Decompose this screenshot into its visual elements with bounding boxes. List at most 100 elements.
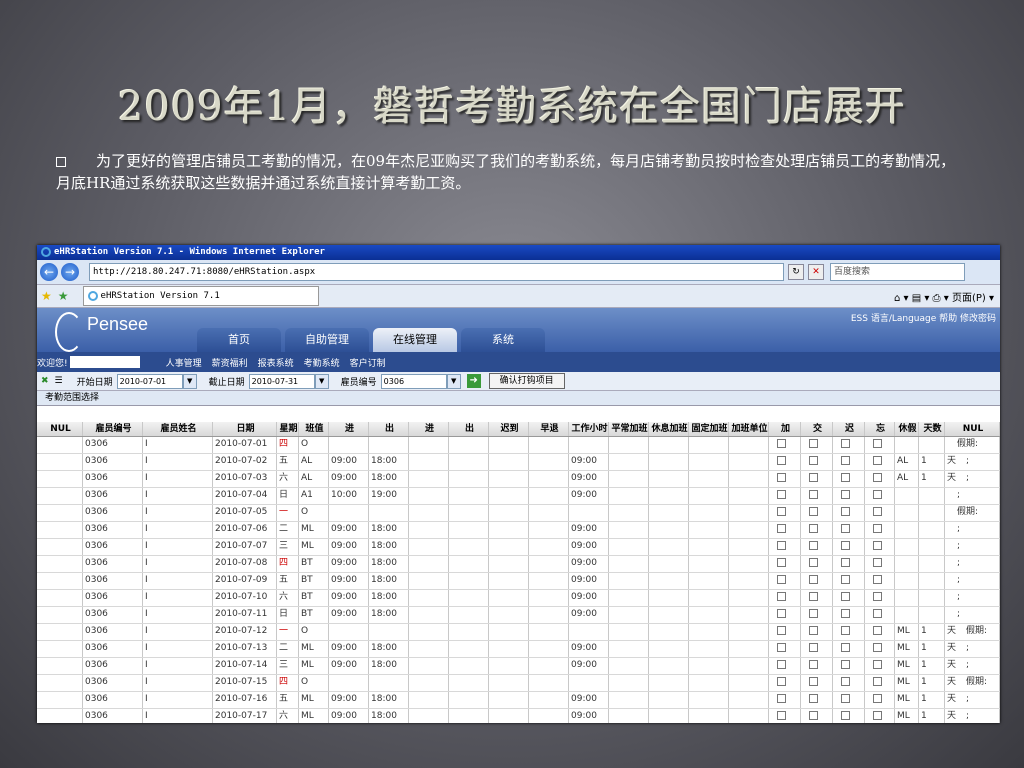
row-checkbox[interactable] [841, 456, 850, 465]
row-checkbox[interactable] [841, 694, 850, 703]
home-icon[interactable]: ⌂ [894, 293, 900, 304]
grid-header-cell[interactable]: 休假 [895, 422, 919, 436]
go-arrow-button[interactable]: ➜ [466, 374, 481, 388]
row-checkbox[interactable] [841, 524, 850, 533]
row-checkbox[interactable] [873, 626, 882, 635]
confirm-checked-button[interactable]: 确认打钩项目 [488, 373, 565, 389]
row-checkbox[interactable] [841, 643, 850, 652]
grid-header-cell[interactable]: 出 [449, 422, 489, 436]
nav-custom[interactable]: 客户订制 [350, 356, 386, 369]
grid-header-cell[interactable]: 迟到 [489, 422, 529, 436]
row-checkbox[interactable] [873, 592, 882, 601]
row-checkbox[interactable] [809, 609, 818, 618]
row-checkbox[interactable] [777, 592, 786, 601]
forward-button[interactable]: → [61, 263, 79, 281]
add-favorite-icon[interactable]: ★ [58, 289, 69, 303]
list-icon[interactable]: ☰ [55, 376, 63, 386]
row-checkbox[interactable] [873, 660, 882, 669]
row-checkbox[interactable] [841, 609, 850, 618]
row-checkbox[interactable] [777, 541, 786, 550]
row-checkbox[interactable] [841, 711, 850, 720]
grid-header-cell[interactable]: 日期 [213, 422, 277, 436]
favorites-star-icon[interactable]: ★ [41, 289, 52, 303]
tab-online-management[interactable]: 在线管理 [373, 328, 457, 352]
row-checkbox[interactable] [873, 677, 882, 686]
row-checkbox[interactable] [777, 524, 786, 533]
nav-reports[interactable]: 报表系统 [258, 356, 294, 369]
grid-header-cell[interactable]: 休息加班 [649, 422, 689, 436]
row-checkbox[interactable] [873, 439, 882, 448]
row-checkbox[interactable] [809, 473, 818, 482]
search-input[interactable]: 百度搜索 [830, 263, 965, 281]
table-row[interactable]: 0306 I 2010-07-08 四 BT 09:00 18:00 09:00; [37, 556, 1000, 573]
grid-header-cell[interactable]: 忘 [865, 422, 895, 436]
grid-header-cell[interactable]: 进 [329, 422, 369, 436]
header-links[interactable]: ESS 语言/Language 帮助 修改密码 [851, 311, 996, 324]
row-checkbox[interactable] [777, 694, 786, 703]
grid-header-cell[interactable]: 迟 [833, 422, 865, 436]
nav-hr[interactable]: 人事管理 [166, 356, 202, 369]
grid-header-cell[interactable]: 固定加班 [689, 422, 729, 436]
stop-button[interactable]: ✕ [808, 264, 824, 280]
tab-system[interactable]: 系统 [461, 328, 545, 352]
grid-header-cell[interactable]: 进 [409, 422, 449, 436]
table-row[interactable]: 0306 I 2010-07-13 二 ML 09:00 18:00 09:00 ML 1 天; [37, 641, 1000, 658]
excel-icon[interactable]: ✖ [41, 376, 49, 386]
row-checkbox[interactable] [809, 694, 818, 703]
row-checkbox[interactable] [777, 473, 786, 482]
row-checkbox[interactable] [777, 660, 786, 669]
row-checkbox[interactable] [809, 541, 818, 550]
table-row[interactable]: 0306 I 2010-07-11 日 BT 09:00 18:00 09:00; [37, 607, 1000, 624]
row-checkbox[interactable] [873, 558, 882, 567]
table-row[interactable]: 0306 I 2010-07-02 五 AL 09:00 18:00 09:00 AL 1 天; [37, 454, 1000, 471]
row-checkbox[interactable] [809, 558, 818, 567]
grid-header-cell[interactable]: 出 [369, 422, 409, 436]
row-checkbox[interactable] [841, 507, 850, 516]
row-checkbox[interactable] [777, 439, 786, 448]
row-checkbox[interactable] [777, 558, 786, 567]
grid-header-cell[interactable]: 班值 [299, 422, 329, 436]
table-row[interactable]: 0306 I 2010-07-17 六 ML 09:00 18:00 09:00 ML 1 天; [37, 709, 1000, 723]
row-checkbox[interactable] [873, 575, 882, 584]
page-menu[interactable]: ⌂ ▾ ▤ ▾ ⎙ ▾ 页面(P) ▾ [894, 289, 1000, 304]
row-checkbox[interactable] [777, 643, 786, 652]
table-row[interactable]: 0306 I 2010-07-12 一 O ML 1 天假期: [37, 624, 1000, 641]
grid-header-cell[interactable]: 工作小时 [569, 422, 609, 436]
grid-header-cell[interactable]: 雇员姓名 [143, 422, 213, 436]
grid-header-cell[interactable]: 平常加班 [609, 422, 649, 436]
row-checkbox[interactable] [841, 558, 850, 567]
row-checkbox[interactable] [809, 626, 818, 635]
row-checkbox[interactable] [841, 541, 850, 550]
table-row[interactable]: 0306 I 2010-07-16 五 ML 09:00 18:00 09:00 ML 1 天; [37, 692, 1000, 709]
row-checkbox[interactable] [841, 592, 850, 601]
row-checkbox[interactable] [873, 507, 882, 516]
back-button[interactable]: ← [40, 263, 58, 281]
address-input[interactable]: http://218.80.247.71:8080/eHRStation.asp… [89, 263, 784, 281]
tab-home[interactable]: 首页 [197, 328, 281, 352]
row-checkbox[interactable] [841, 473, 850, 482]
grid-header-cell[interactable]: NUL [945, 422, 1000, 436]
table-row[interactable]: 0306 I 2010-07-03 六 AL 09:00 18:00 09:00 AL 1 天; [37, 471, 1000, 488]
grid-header-cell[interactable]: 加 [769, 422, 801, 436]
refresh-button[interactable]: ↻ [788, 264, 804, 280]
table-row[interactable]: 0306 I 2010-07-06 二 ML 09:00 18:00 09:00; [37, 522, 1000, 539]
grid-header-cell[interactable]: 加班单位 [729, 422, 769, 436]
row-checkbox[interactable] [777, 490, 786, 499]
end-date-input[interactable]: 2010-07-31 [248, 373, 315, 389]
row-checkbox[interactable] [809, 507, 818, 516]
row-checkbox[interactable] [777, 575, 786, 584]
row-checkbox[interactable] [809, 660, 818, 669]
table-row[interactable]: 0306 I 2010-07-05 一 O 假期: [37, 505, 1000, 522]
row-checkbox[interactable] [809, 490, 818, 499]
row-checkbox[interactable] [873, 541, 882, 550]
grid-header-cell[interactable]: NUL [37, 422, 83, 436]
row-checkbox[interactable] [873, 490, 882, 499]
employee-id-input[interactable]: 0306 [380, 373, 447, 389]
grid-header-cell[interactable]: 早退 [529, 422, 569, 436]
row-checkbox[interactable] [809, 592, 818, 601]
grid-header-cell[interactable]: 交 [801, 422, 833, 436]
row-checkbox[interactable] [873, 524, 882, 533]
row-checkbox[interactable] [873, 694, 882, 703]
tab-self-service[interactable]: 自助管理 [285, 328, 369, 352]
row-checkbox[interactable] [777, 456, 786, 465]
